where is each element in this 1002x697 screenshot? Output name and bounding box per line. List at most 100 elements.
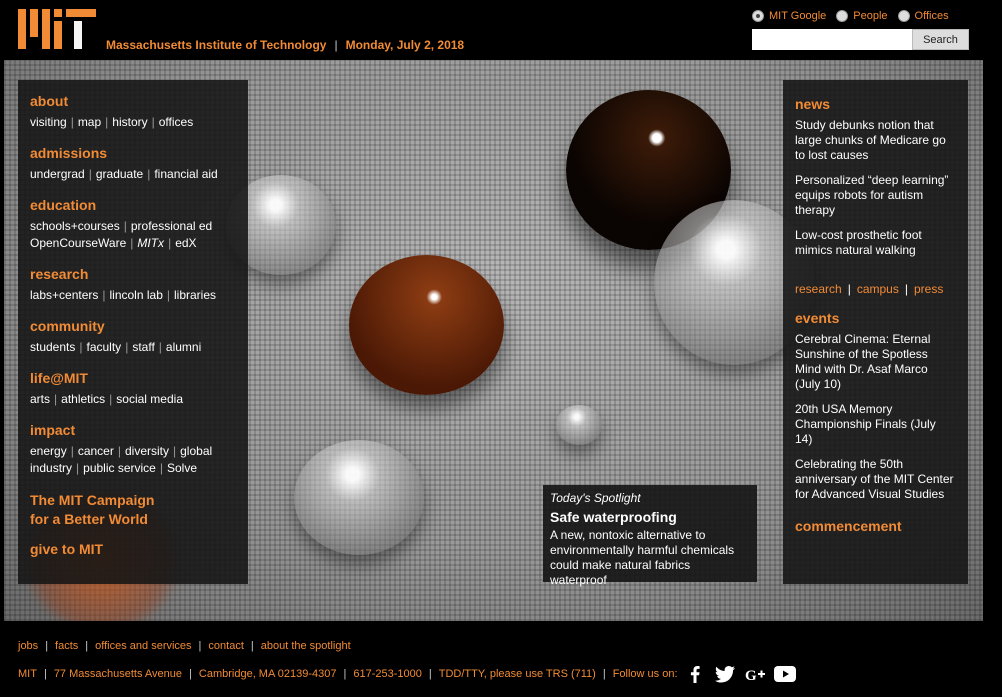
facebook-icon[interactable] (684, 665, 706, 683)
youtube-icon[interactable] (773, 665, 796, 683)
news-link-press[interactable]: press (914, 282, 943, 296)
footer-link-offices-services[interactable]: offices and services (95, 640, 191, 652)
news-item[interactable]: Study debunks notion that large chunks o… (795, 118, 956, 163)
footer-street[interactable]: 77 Massachusetts Avenue (54, 668, 182, 680)
campaign-link[interactable]: The MIT Campaign for a Better World (30, 491, 236, 529)
nav-link-history[interactable]: history (112, 115, 147, 129)
nav-impact: impact energy | cancer | diversity | global in… (30, 422, 236, 477)
radio-offices[interactable]: Offices (897, 10, 949, 22)
nav-link-diversity[interactable]: diversity (125, 444, 169, 458)
main-navigation: about visiting | map | history | offices admis… (18, 80, 248, 584)
radio-button[interactable] (752, 10, 764, 22)
nav-link-staff[interactable]: staff (132, 340, 154, 354)
events-heading[interactable]: events (795, 310, 956, 326)
event-item[interactable]: Celebrating the 50th anniversary of the … (795, 457, 956, 502)
news-link-research[interactable]: research (795, 282, 842, 296)
nav-link-industry[interactable]: industry (30, 461, 72, 475)
nav-link-lincoln-lab[interactable]: lincoln lab (110, 288, 163, 302)
radio-mit-google[interactable]: MIT Google (752, 10, 826, 22)
nav-link-students[interactable]: students (30, 340, 75, 354)
news-category-links: research | campus | press (795, 282, 944, 296)
spotlight-caption[interactable]: Today's Spotlight Safe waterproofing A n… (543, 485, 757, 587)
nav-community: community students | faculty | staff | alumni (30, 318, 236, 356)
nav-link-social-media[interactable]: social media (116, 392, 183, 406)
news-item[interactable]: Personalized “deep learning” equips robo… (795, 173, 956, 218)
nav-heading-life[interactable]: life@MIT (30, 370, 236, 386)
mit-logo[interactable] (18, 9, 98, 49)
nav-link-opencourseware[interactable]: OpenCourseWare (30, 236, 126, 250)
footer-link-jobs[interactable]: jobs (18, 640, 38, 652)
nav-link-map[interactable]: map (78, 115, 101, 129)
spotlight-label: Today's Spotlight (550, 491, 641, 505)
nav-link-graduate[interactable]: graduate (96, 167, 143, 181)
search-button[interactable]: Search (912, 29, 969, 50)
footer-city[interactable]: Cambridge, MA 02139-4307 (199, 668, 337, 680)
news-events-panel: news Study debunks notion that large chu… (783, 80, 968, 584)
radio-people[interactable]: People (836, 10, 888, 22)
nav-heading-community[interactable]: community (30, 318, 236, 334)
commencement-link[interactable]: commencement (795, 518, 956, 534)
nav-heading-about[interactable]: about (30, 93, 236, 109)
footer-tdd[interactable]: TDD/TTY, please use TRS (711) (439, 668, 596, 680)
search-input[interactable] (752, 29, 912, 50)
search-scope: MIT Google People Offices (752, 10, 949, 22)
water-droplet (294, 440, 424, 555)
nav-link-energy[interactable]: energy (30, 444, 67, 458)
campaign-line-2: for a Better World (30, 511, 148, 527)
nav-link-cancer[interactable]: cancer (78, 444, 114, 458)
site-footer: jobs | facts | offices and services | contact |… (0, 621, 1002, 697)
water-droplet (556, 405, 602, 445)
event-item[interactable]: 20th USA Memory Championship Finals (Jul… (795, 402, 956, 447)
nav-heading-education[interactable]: education (30, 197, 236, 213)
nav-link-solve[interactable]: Solve (167, 461, 197, 475)
nav-link-athletics[interactable]: athletics (61, 392, 105, 406)
nav-link-edx[interactable]: edX (175, 236, 196, 250)
footer-address: MIT | 77 Massachusetts Avenue | Cambridge,… (18, 665, 796, 683)
spotlight-title[interactable]: Safe waterproofing (550, 509, 750, 525)
nav-link-faculty[interactable]: faculty (87, 340, 122, 354)
footer-links: jobs | facts | offices and services | contact |… (18, 640, 351, 652)
nav-link-professional-ed[interactable]: professional ed (131, 219, 212, 233)
nav-link-schools-courses[interactable]: schools+courses (30, 219, 120, 233)
nav-link-libraries[interactable]: libraries (174, 288, 216, 302)
nav-link-offices[interactable]: offices (159, 115, 193, 129)
nav-education: education schools+courses | professional e… (30, 197, 236, 252)
spotlight-description: A new, nontoxic alternative to environme… (550, 528, 735, 587)
footer-mit[interactable]: MIT (18, 668, 37, 680)
institute-name[interactable]: Massachusetts Institute of Technology (106, 38, 326, 52)
google-plus-icon[interactable]: G (744, 665, 766, 683)
radio-button[interactable] (836, 10, 849, 22)
nav-link-public-service[interactable]: public service (83, 461, 156, 475)
nav-life: life@MIT arts | athletics | social media (30, 370, 236, 408)
nav-link-alumni[interactable]: alumni (166, 340, 201, 354)
radio-button[interactable] (897, 10, 910, 22)
amber-droplet (349, 255, 504, 395)
nav-link-arts[interactable]: arts (30, 392, 50, 406)
give-to-mit-link[interactable]: give to MIT (30, 541, 236, 557)
news-item[interactable]: Low-cost prosthetic foot mimics natural … (795, 228, 956, 258)
header-tagline: Massachusetts Institute of Technology | Mo… (106, 38, 465, 52)
nav-link-undergrad[interactable]: undergrad (30, 167, 85, 181)
footer-link-contact[interactable]: contact (208, 640, 243, 652)
news-link-campus[interactable]: campus (857, 282, 899, 296)
twitter-icon[interactable] (714, 665, 736, 683)
nav-about: about visiting | map | history | offices (30, 93, 236, 131)
follow-label: Follow us on: (612, 668, 678, 680)
footer-link-facts[interactable]: facts (55, 640, 78, 652)
nav-link-financial-aid[interactable]: financial aid (154, 167, 217, 181)
social-links: G (684, 665, 796, 683)
nav-heading-research[interactable]: research (30, 266, 236, 282)
nav-link-mitx[interactable]: MITx (137, 236, 164, 250)
svg-text:G: G (745, 668, 757, 683)
nav-link-global[interactable]: global (180, 444, 212, 458)
site-header: Massachusetts Institute of Technology | Mo… (0, 0, 1002, 60)
nav-heading-admissions[interactable]: admissions (30, 145, 236, 161)
nav-link-visiting[interactable]: visiting (30, 115, 67, 129)
footer-phone[interactable]: 617-253-1000 (353, 668, 422, 680)
nav-heading-impact[interactable]: impact (30, 422, 236, 438)
event-item[interactable]: Cerebral Cinema: Eternal Sunshine of the… (795, 332, 956, 392)
news-heading[interactable]: news (795, 96, 956, 112)
nav-link-labs-centers[interactable]: labs+centers (30, 288, 98, 302)
footer-link-about-spotlight[interactable]: about the spotlight (261, 640, 351, 652)
nav-admissions: admissions undergrad | graduate | financial … (30, 145, 236, 183)
